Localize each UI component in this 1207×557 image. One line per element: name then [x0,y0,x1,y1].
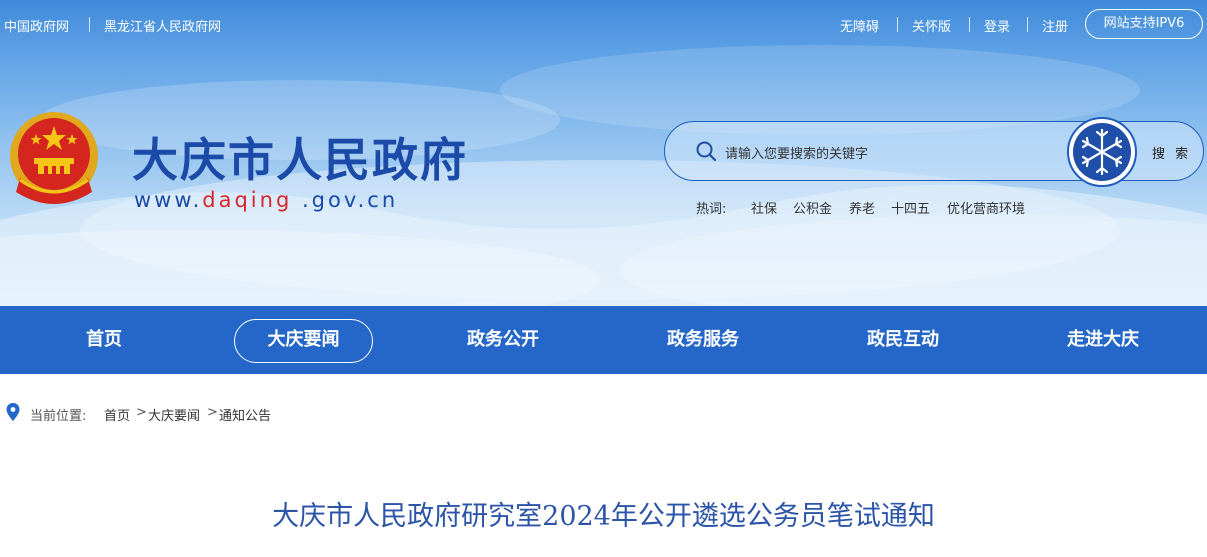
divider [89,17,90,32]
nav-item-gov-services[interactable]: 政务服务 [643,306,763,374]
divider [969,17,970,32]
top-bar: 中国政府网 黑龙江省人民政府网 无障碍 关怀版 登录 注册 网站支持IPV6 [0,0,1207,50]
hot-word[interactable]: 优化营商环境 [947,198,1025,217]
divider [1027,17,1028,32]
breadcrumb-separator: > [136,405,147,420]
login-link[interactable]: 登录 [984,16,1010,35]
link-gov-cn[interactable]: 中国政府网 [4,16,69,35]
search-icon [696,141,717,162]
search-button[interactable]: 搜 索 [1152,143,1191,162]
hot-words-label: 热词: [696,202,727,217]
search-input[interactable]: 请输入您要搜索的关键字 [725,143,868,162]
breadcrumb-news[interactable]: 大庆要闻 [148,405,200,424]
ipv6-badge[interactable]: 网站支持IPV6 [1085,9,1203,39]
url-prefix: www. [134,188,203,212]
nav-item-about-daqing[interactable]: 走进大庆 [1043,306,1163,374]
site-header: 中国政府网 黑龙江省人民政府网 无障碍 关怀版 登录 注册 网站支持IPV6 大… [0,0,1207,306]
hot-word[interactable]: 公积金 [793,198,832,217]
register-link[interactable]: 注册 [1042,16,1068,35]
elder-mode-link[interactable]: 关怀版 [912,16,951,35]
url-highlight: daqing [202,188,293,212]
site-url: www.daqing .gov.cn [134,188,398,212]
link-heilongjiang-gov[interactable]: 黑龙江省人民政府网 [104,16,221,35]
divider [897,17,898,32]
breadcrumb-separator: > [207,405,218,420]
accessibility-link[interactable]: 无障碍 [840,16,879,35]
location-pin-icon [6,403,20,421]
national-emblem-icon [10,112,98,204]
nav-item-home[interactable]: 首页 [54,306,154,374]
article-title: 大庆市人民政府研究室2024年公开遴选公务员笔试通知 [272,501,935,532]
nav-item-interaction[interactable]: 政民互动 [843,306,963,374]
snowflake-icon[interactable] [1066,116,1138,188]
nav-item-gov-affairs-open[interactable]: 政务公开 [443,306,563,374]
hot-word[interactable]: 养老 [849,198,875,217]
nav-item-daqing-news[interactable]: 大庆要闻 [234,306,373,374]
breadcrumb-home[interactable]: 首页 [104,405,130,424]
site-title: 大庆市人民政府 [132,133,468,187]
breadcrumb-notices[interactable]: 通知公告 [219,405,271,424]
main-nav: 首页 大庆要闻 政务公开 政务服务 政民互动 走进大庆 [0,306,1207,374]
breadcrumb-label: 当前位置: [30,409,87,424]
hot-word[interactable]: 社保 [751,198,777,217]
hot-word[interactable]: 十四五 [891,198,930,217]
url-suffix: .gov.cn [292,188,399,212]
